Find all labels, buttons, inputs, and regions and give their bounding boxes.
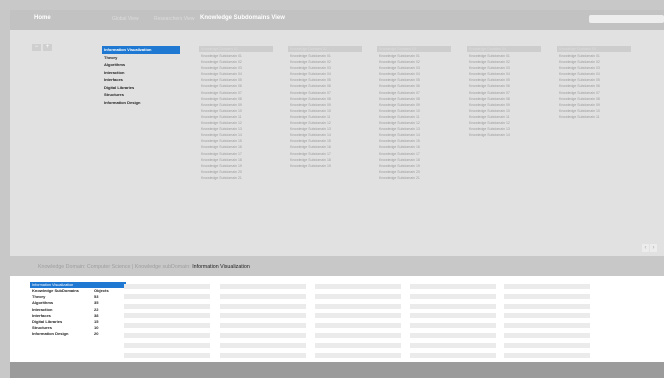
empty-row-placeholder bbox=[410, 333, 496, 338]
empty-row-placeholder bbox=[220, 323, 306, 329]
subdomain-name-cell: Information Design bbox=[32, 331, 69, 337]
search-input[interactable] bbox=[589, 15, 664, 23]
empty-row-placeholder bbox=[124, 303, 210, 309]
empty-row-placeholder bbox=[220, 342, 306, 348]
domain-column-header[interactable]: Knowledge Domains 05 bbox=[557, 46, 631, 52]
footer-bar bbox=[10, 362, 664, 378]
empty-row-placeholder bbox=[220, 352, 306, 358]
domain-column-header[interactable]: Knowledge Domains 03 bbox=[377, 46, 451, 52]
empty-row-placeholder bbox=[315, 333, 401, 338]
empty-row-placeholder bbox=[220, 284, 306, 289]
subdomain-objects-table: Information Visualization Knowledge SubD… bbox=[30, 282, 126, 338]
zoom-out-button[interactable]: − bbox=[32, 44, 41, 51]
empty-row-placeholder bbox=[504, 313, 590, 319]
empty-row-placeholder bbox=[220, 293, 306, 299]
empty-row-placeholder bbox=[315, 342, 401, 348]
empty-row-placeholder bbox=[220, 333, 306, 338]
empty-row-placeholder bbox=[315, 293, 401, 299]
empty-row-placeholder bbox=[315, 303, 401, 309]
tree-item[interactable]: Theory bbox=[102, 54, 180, 62]
subdomains-panel: − + Information Visualization Theory Algor… bbox=[10, 30, 664, 256]
subdomain-item[interactable]: Knowledge Subdomain 21 bbox=[199, 175, 273, 181]
nav-home[interactable]: Home bbox=[34, 15, 51, 21]
pager: ‹ › bbox=[642, 244, 657, 252]
empty-row-placeholder bbox=[504, 352, 590, 358]
previous-page-button[interactable]: ‹ bbox=[642, 244, 649, 252]
table-row[interactable]: Information Design 20 bbox=[30, 331, 126, 337]
empty-row-placeholder bbox=[124, 342, 210, 348]
breadcrumb-domain[interactable]: Knowledge Domain: Computer Science bbox=[38, 264, 130, 270]
domain-column-header[interactable]: Knowledge Domains 01 bbox=[199, 46, 273, 52]
domain-column: Knowledge Domains 04 Knowledge Subdomain … bbox=[467, 46, 541, 138]
domain-column: Knowledge Domains 01 Knowledge Subdomain … bbox=[199, 46, 273, 181]
empty-row-placeholder bbox=[315, 313, 401, 319]
empty-row-placeholder bbox=[220, 303, 306, 309]
domain-column: Knowledge Domains 02 Knowledge Subdomain … bbox=[288, 46, 362, 169]
empty-row-placeholder bbox=[410, 293, 496, 299]
zoom-controls: − + bbox=[32, 44, 52, 51]
empty-row-placeholder bbox=[315, 284, 401, 289]
empty-row-placeholder bbox=[504, 342, 590, 348]
tree-item[interactable]: Structures bbox=[102, 91, 180, 99]
empty-row-placeholder bbox=[124, 323, 210, 329]
subdomain-item[interactable]: Knowledge Subdomain 19 bbox=[288, 163, 362, 169]
next-page-button[interactable]: › bbox=[650, 244, 657, 252]
empty-row-placeholder bbox=[220, 313, 306, 319]
domain-column: Knowledge Domains 03 Knowledge Subdomain … bbox=[377, 46, 451, 181]
tree-item[interactable]: Digital Libraries bbox=[102, 84, 180, 92]
empty-row-placeholder bbox=[410, 323, 496, 329]
domain-column-header[interactable]: Knowledge Domains 02 bbox=[288, 46, 362, 52]
zoom-in-button[interactable]: + bbox=[43, 44, 52, 51]
nav-knowledge-subdomains-view[interactable]: Knowledge Subdomains View bbox=[200, 15, 285, 21]
tree-item[interactable]: Interaction bbox=[102, 69, 180, 77]
subdomain-tree: Information Visualization Theory Algorithm… bbox=[102, 46, 180, 106]
tree-item[interactable]: Information Visualization bbox=[102, 46, 180, 54]
subdomain-item[interactable]: Knowledge Subdomain 21 bbox=[377, 175, 451, 181]
empty-row-placeholder bbox=[504, 284, 590, 289]
subdomain-item[interactable]: Knowledge Subdomain 14 bbox=[467, 132, 541, 138]
empty-row-placeholder bbox=[315, 323, 401, 329]
empty-row-placeholder bbox=[410, 303, 496, 309]
empty-row-placeholder bbox=[504, 323, 590, 329]
detail-panel: Information Visualization Knowledge SubD… bbox=[10, 276, 664, 362]
objects-count-cell: 20 bbox=[94, 331, 99, 337]
empty-row-placeholder bbox=[124, 352, 210, 358]
tree-item[interactable]: Interfaces bbox=[102, 76, 180, 84]
domain-column-header[interactable]: Knowledge Domains 04 bbox=[467, 46, 541, 52]
breadcrumb-subdomain-label: Knowledge subDomain: bbox=[134, 264, 193, 270]
empty-row-placeholder bbox=[504, 303, 590, 309]
tree-item[interactable]: Algorithms bbox=[102, 61, 180, 69]
empty-row-placeholder bbox=[124, 333, 210, 338]
empty-row-placeholder bbox=[410, 352, 496, 358]
nav-researchers-view[interactable]: Researchers View bbox=[154, 16, 194, 22]
empty-row-placeholder bbox=[504, 293, 590, 299]
empty-row-placeholder bbox=[410, 284, 496, 289]
empty-row-placeholder bbox=[504, 333, 590, 338]
tree-item[interactable]: Information Design bbox=[102, 99, 180, 107]
empty-row-placeholder bbox=[315, 352, 401, 358]
breadcrumb-current: Information Visualization bbox=[192, 264, 250, 270]
empty-row-placeholder bbox=[124, 313, 210, 319]
domain-column: Knowledge Domains 05 Knowledge Subdomain … bbox=[557, 46, 631, 120]
empty-row-placeholder bbox=[124, 293, 210, 299]
nav-global-view[interactable]: Global View bbox=[112, 16, 139, 22]
breadcrumb: Knowledge Domain: Computer Science | Kno… bbox=[10, 261, 664, 275]
top-navigation-bar: Home Global View Researchers View Knowle… bbox=[10, 10, 664, 30]
empty-row-placeholder bbox=[410, 342, 496, 348]
empty-row-placeholder bbox=[124, 284, 210, 289]
empty-row-placeholder bbox=[410, 313, 496, 319]
subdomain-item[interactable]: Knowledge Subdomain 11 bbox=[557, 114, 631, 120]
